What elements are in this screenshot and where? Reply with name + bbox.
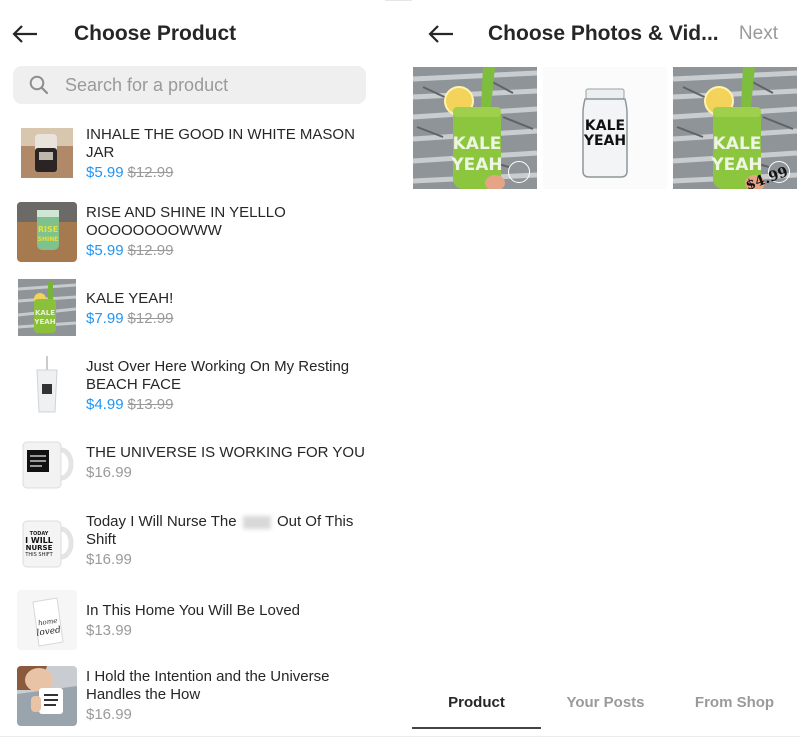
photo-grid: KALE YEAH KALE YEAH KALE YEAH $4.99 [412, 67, 800, 189]
svg-text:YEAH: YEAH [33, 318, 55, 326]
product-thumbnail [21, 128, 73, 178]
price: $16.99 [86, 464, 132, 481]
product-name: RISE AND SHINE IN YELLLOOOOOOOOOWWW [86, 204, 286, 239]
product-item[interactable]: INHALE THE GOOD IN WHITE MASON JAR $5.99… [0, 126, 385, 190]
active-tab-indicator [412, 727, 541, 729]
product-name: KALE YEAH! [86, 290, 174, 307]
product-item[interactable]: Just Over Here Working On My Resting BEA… [0, 356, 385, 422]
svg-text:YEAH: YEAH [710, 155, 762, 175]
product-name: I Hold the Intention and the Universe Ha… [86, 668, 330, 703]
search-icon [29, 75, 49, 95]
product-info: INHALE THE GOOD IN WHITE MASON JAR $5.99… [86, 126, 376, 183]
select-circle[interactable] [508, 161, 530, 183]
product-item[interactable]: THE UNIVERSE IS WORKING FOR YOU $16.99 [0, 434, 385, 498]
original-price: $12.99 [127, 242, 174, 259]
header: Choose Photos & Vid... Next [426, 14, 800, 54]
product-item[interactable]: I Hold the Intention and the Universe Ha… [0, 666, 385, 732]
sale-price: $4.99 [86, 396, 124, 413]
product-thumbnail: TODAY I WILL NURSE THIS SHIFT [17, 513, 77, 573]
search-input[interactable] [63, 73, 357, 97]
arrow-left-icon [428, 25, 453, 43]
photo-tile[interactable]: KALE YEAH $4.99 [673, 67, 797, 189]
choose-photos-panel: Choose Photos & Vid... Next KALE YEAH KA… [412, 0, 800, 739]
svg-text:KALE: KALE [713, 134, 762, 154]
product-thumbnail [17, 666, 77, 726]
source-tabs: Product Your Posts From Shop [412, 688, 800, 730]
product-thumbnail: home loved [17, 590, 77, 650]
original-price: $12.99 [127, 164, 174, 181]
sale-price: $5.99 [86, 164, 124, 181]
svg-text:THIS SHIFT: THIS SHIFT [24, 552, 53, 558]
product-price: $5.99 $12.99 [86, 163, 376, 183]
tab-product[interactable]: Product [412, 688, 541, 718]
svg-text:YEAH: YEAH [450, 155, 502, 175]
product-name: INHALE THE GOOD IN WHITE MASON JAR [86, 126, 355, 161]
mason-jar-image: KALE YEAH [543, 67, 667, 189]
photo-tile[interactable]: KALE YEAH [413, 67, 537, 189]
choose-product-panel: Choose Product INHALE THE GOOD IN WHITE … [0, 0, 385, 739]
product-item[interactable]: RISE SHINE RISE AND SHINE IN YELLLOOOOOO… [0, 202, 385, 268]
product-item[interactable]: KALE YEAH KALE YEAH! $7.99 $12.99 [0, 279, 385, 339]
back-button[interactable] [10, 19, 40, 49]
product-thumbnail [17, 356, 77, 416]
product-name: THE UNIVERSE IS WORKING FOR YOU [86, 444, 365, 461]
photo-tile[interactable]: KALE YEAH [543, 67, 667, 189]
header: Choose Product [10, 14, 236, 54]
product-name: Today I Will Nurse The Out Of This Shift [86, 513, 376, 549]
original-price: $12.99 [127, 310, 174, 327]
product-thumbnail: KALE YEAH [18, 279, 76, 336]
product-thumbnail: RISE SHINE [17, 202, 77, 262]
product-item[interactable]: home loved In This Home You Will Be Love… [0, 590, 385, 654]
product-name: Just Over Here Working On My Resting BEA… [86, 358, 350, 393]
svg-text:RISE: RISE [38, 225, 58, 234]
product-info: In This Home You Will Be Loved $13.99 [86, 602, 376, 641]
svg-text:SHINE: SHINE [38, 236, 59, 243]
svg-text:KALE: KALE [585, 118, 625, 134]
bottom-divider [0, 736, 800, 737]
product-info: I Hold the Intention and the Universe Ha… [86, 668, 376, 725]
svg-text:KALE: KALE [35, 309, 55, 317]
product-info: THE UNIVERSE IS WORKING FOR YOU $16.99 [86, 444, 376, 483]
product-name: In This Home You Will Be Loved [86, 602, 301, 619]
next-button[interactable]: Next [739, 23, 778, 45]
product-name-start: Today I Will Nurse The [86, 513, 237, 530]
product-price: $4.99 $13.99 [86, 395, 376, 415]
original-price: $13.99 [127, 396, 174, 413]
page-title: Choose Product [74, 22, 237, 45]
tab-your-posts[interactable]: Your Posts [541, 688, 670, 718]
product-info: Just Over Here Working On My Resting BEA… [86, 358, 376, 415]
sale-price: $7.99 [86, 310, 124, 327]
product-info: Today I Will Nurse The Out Of This Shift… [86, 513, 376, 570]
product-info: RISE AND SHINE IN YELLLOOOOOOOOOWWW $5.9… [86, 204, 376, 261]
svg-text:YEAH: YEAH [583, 133, 626, 149]
sale-price: $5.99 [86, 242, 124, 259]
svg-text:KALE: KALE [453, 134, 502, 154]
product-thumbnail [17, 434, 77, 494]
censored-word [242, 515, 271, 529]
arrow-left-icon [12, 25, 37, 43]
product-price: $7.99 $12.99 [86, 309, 376, 329]
product-price: $16.99 [86, 463, 376, 483]
product-price: $16.99 [86, 705, 376, 725]
product-info: KALE YEAH! $7.99 $12.99 [86, 290, 376, 329]
price: $16.99 [86, 551, 132, 568]
back-button[interactable] [426, 19, 456, 49]
price: $16.99 [86, 706, 132, 723]
product-price: $13.99 [86, 621, 376, 641]
product-price: $16.99 [86, 550, 376, 570]
product-item[interactable]: TODAY I WILL NURSE THIS SHIFT Today I Wi… [0, 513, 385, 577]
price: $13.99 [86, 622, 132, 639]
product-price: $5.99 $12.99 [86, 241, 376, 261]
search-bar[interactable] [13, 66, 366, 104]
page-title: Choose Photos & Vid... [488, 22, 719, 45]
tab-from-shop[interactable]: From Shop [670, 688, 799, 718]
svg-text:NURSE: NURSE [26, 544, 53, 552]
